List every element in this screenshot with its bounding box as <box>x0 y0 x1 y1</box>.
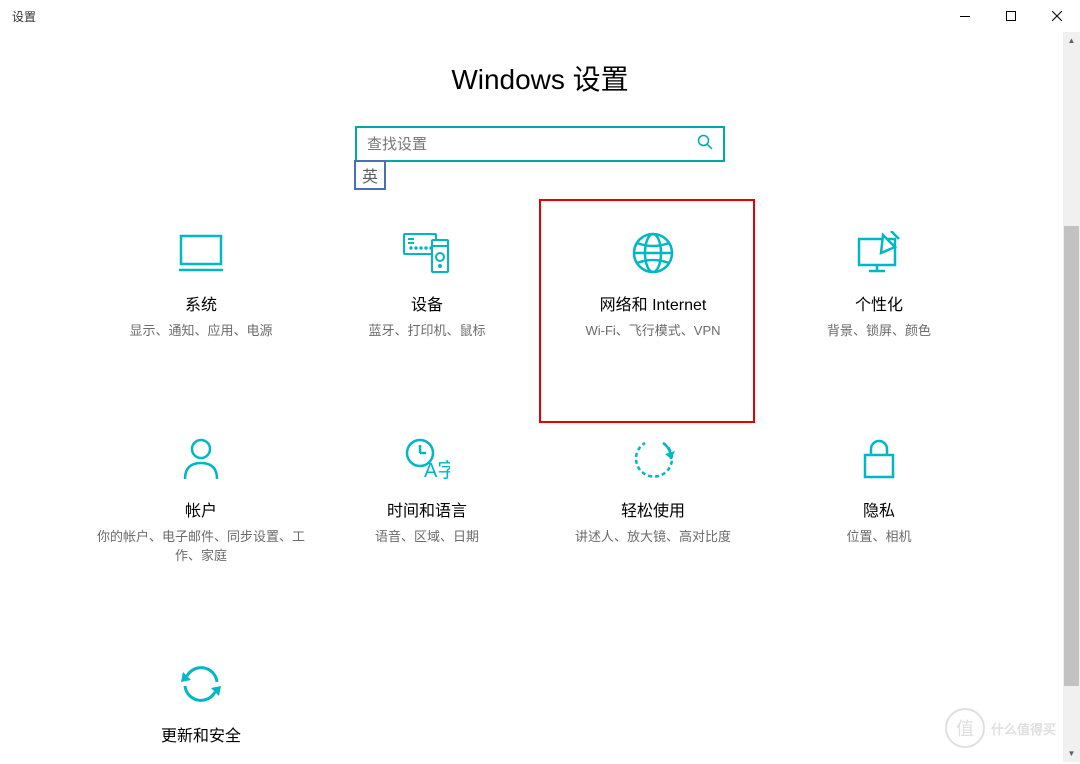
minimize-button[interactable] <box>942 0 988 32</box>
tile-devices[interactable]: 设备 蓝牙、打印机、鼠标 <box>314 217 540 353</box>
tile-title: 时间和语言 <box>387 497 467 521</box>
globe-icon <box>631 229 675 277</box>
search-box[interactable] <box>355 126 725 162</box>
scrollbar[interactable]: ▲ ▼ <box>1063 32 1080 762</box>
window-controls <box>942 0 1080 32</box>
tile-system[interactable]: 系统 显示、通知、应用、电源 <box>88 217 314 353</box>
tile-time-language[interactable]: A字 时间和语言 语音、区域、日期 <box>314 423 540 578</box>
tile-title: 设备 <box>411 291 443 315</box>
ease-access-icon <box>631 435 675 483</box>
watermark-text: 什么值得买 <box>991 719 1056 738</box>
scroll-down-icon[interactable]: ▼ <box>1063 745 1080 762</box>
tile-desc: 位置、相机 <box>846 527 911 547</box>
window-title: 设置 <box>12 8 36 25</box>
svg-text:A字: A字 <box>424 459 450 481</box>
scrollbar-thumb[interactable] <box>1064 226 1079 686</box>
tile-desc: 语音、区域、日期 <box>375 527 479 547</box>
tile-privacy[interactable]: 隐私 位置、相机 <box>766 423 992 578</box>
tile-title: 系统 <box>185 291 217 315</box>
titlebar: 设置 <box>0 0 1080 32</box>
tile-network[interactable]: 网络和 Internet Wi-Fi、飞行模式、VPN <box>540 217 766 353</box>
search-icon <box>697 134 713 155</box>
page-title: Windows 设置 <box>0 58 1080 98</box>
tile-accounts[interactable]: 帐户 你的帐户、电子邮件、同步设置、工作、家庭 <box>88 423 314 578</box>
system-icon <box>177 229 225 277</box>
tile-title: 网络和 Internet <box>600 291 707 315</box>
time-language-icon: A字 <box>404 435 450 483</box>
tile-update[interactable]: 更新和安全 <box>88 648 314 764</box>
ime-indicator[interactable]: 英 <box>354 160 386 190</box>
tile-desc: 显示、通知、应用、电源 <box>129 321 272 341</box>
tile-title: 隐私 <box>863 497 895 521</box>
maximize-button[interactable] <box>988 0 1034 32</box>
tile-title: 帐户 <box>185 497 217 521</box>
close-button[interactable] <box>1034 0 1080 32</box>
devices-icon <box>402 229 452 277</box>
tile-desc: 你的帐户、电子邮件、同步设置、工作、家庭 <box>96 527 306 566</box>
lock-icon <box>861 435 897 483</box>
tile-desc: 背景、锁屏、颜色 <box>827 321 931 341</box>
watermark-badge: 值 <box>945 708 985 748</box>
tile-personalization[interactable]: 个性化 背景、锁屏、颜色 <box>766 217 992 353</box>
tile-title: 更新和安全 <box>161 722 241 746</box>
tile-desc: Wi-Fi、飞行模式、VPN <box>585 321 720 341</box>
ime-label: 英 <box>362 163 378 187</box>
tile-ease-access[interactable]: 轻松使用 讲述人、放大镜、高对比度 <box>540 423 766 578</box>
settings-grid: 系统 显示、通知、应用、电源 设备 蓝牙、打印机、鼠标 网络和 Internet… <box>0 217 1080 764</box>
personalization-icon <box>855 229 903 277</box>
accounts-icon <box>182 435 220 483</box>
tile-desc: 讲述人、放大镜、高对比度 <box>575 527 731 547</box>
search-container <box>0 126 1080 162</box>
tile-title: 轻松使用 <box>621 497 685 521</box>
scroll-up-icon[interactable]: ▲ <box>1063 32 1080 49</box>
search-input[interactable] <box>367 136 697 153</box>
update-icon <box>179 660 223 708</box>
tile-desc: 蓝牙、打印机、鼠标 <box>368 321 485 341</box>
tile-title: 个性化 <box>855 291 903 315</box>
watermark: 值 什么值得买 <box>945 708 1056 748</box>
